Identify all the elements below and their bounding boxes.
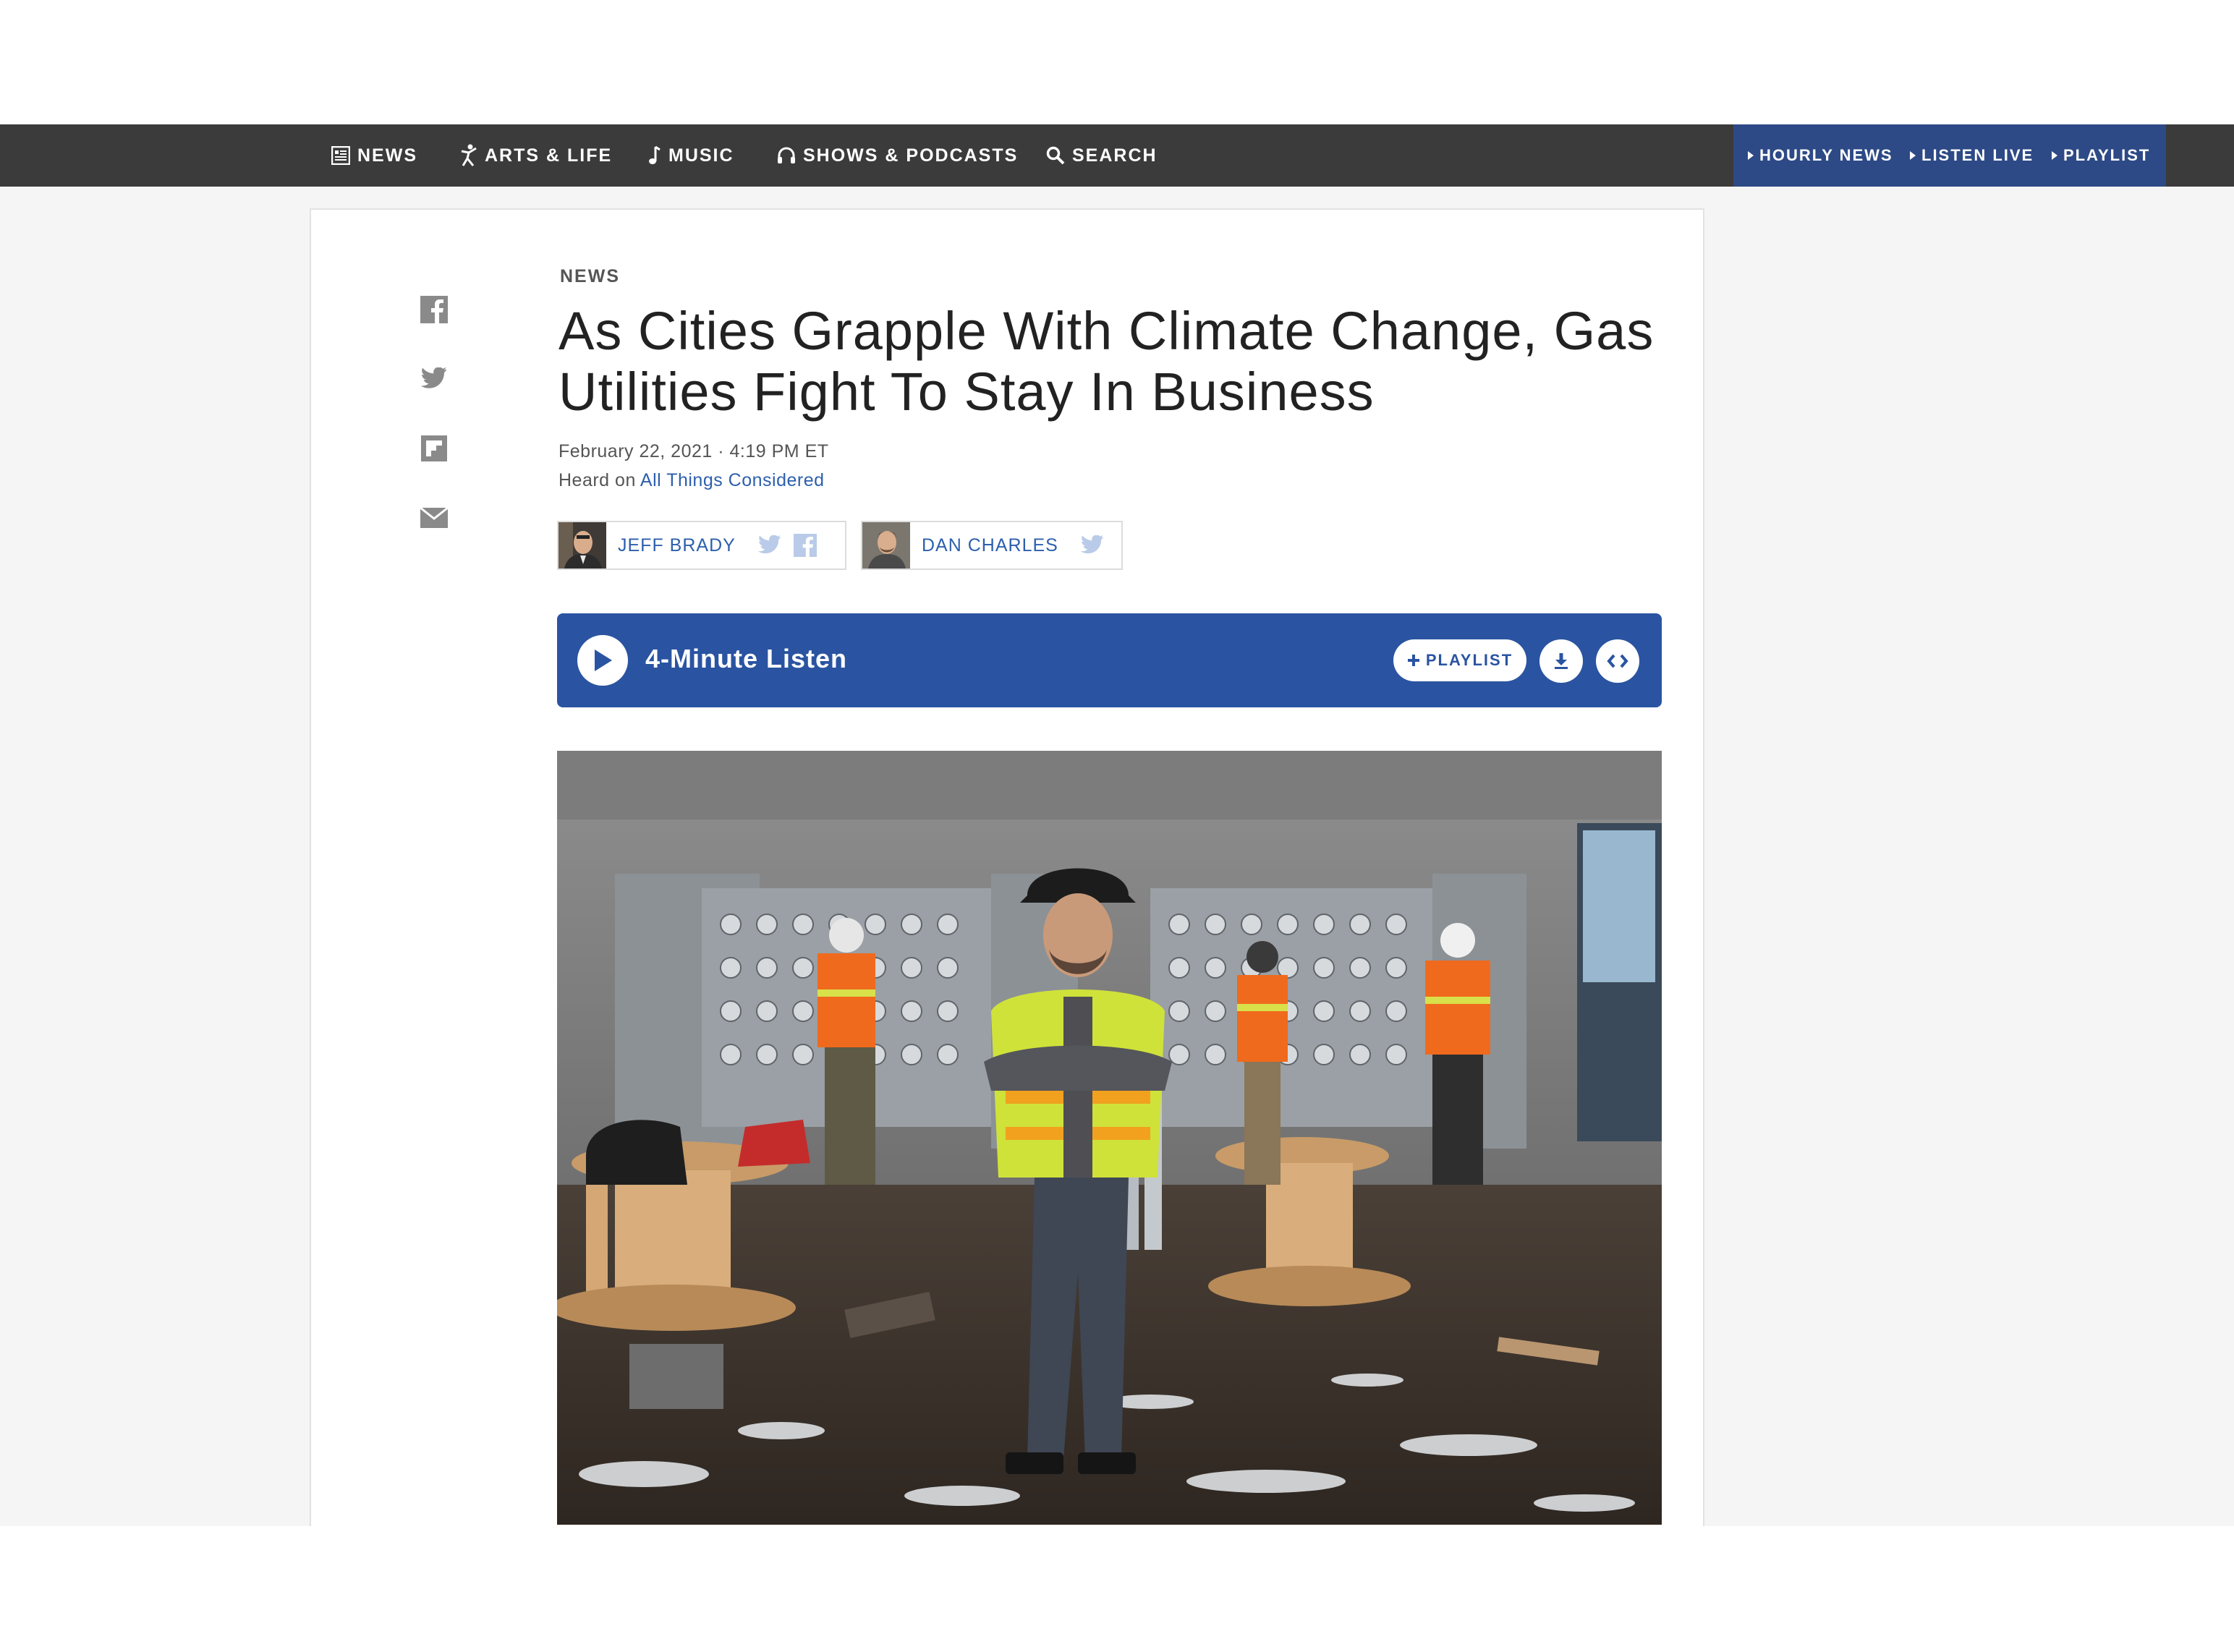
station-playlist-link[interactable]: PLAYLIST xyxy=(2052,124,2150,187)
nav-label-arts-life: ARTS & LIFE xyxy=(485,145,613,166)
article-photo xyxy=(557,751,1662,1525)
listen-live-label: LISTEN LIVE xyxy=(1921,146,2034,164)
flipboard-icon xyxy=(421,435,447,461)
listen-duration-label: 4-Minute Listen xyxy=(645,644,848,673)
avatar xyxy=(862,522,910,569)
audio-player: 4-Minute Listen PLAYLIST xyxy=(557,613,1662,707)
hourly-news-link[interactable]: HOURLY NEWS xyxy=(1748,124,1893,187)
byline-dan-charles: DAN CHARLES xyxy=(861,521,1123,570)
play-button[interactable] xyxy=(577,635,628,686)
headphones-icon xyxy=(778,147,795,163)
author-name[interactable]: DAN CHARLES xyxy=(922,535,1058,556)
byline-jeff-brady: JEFF BRADY xyxy=(557,521,846,570)
play-icon xyxy=(595,650,612,671)
nav-item-music[interactable]: MUSIC xyxy=(648,124,734,187)
nav-item-news[interactable]: NEWS xyxy=(331,124,417,187)
music-icon xyxy=(649,145,661,164)
twitter-icon xyxy=(1080,535,1103,554)
search-icon xyxy=(1046,146,1065,165)
author-twitter-link[interactable] xyxy=(1080,535,1105,555)
add-to-playlist-button[interactable]: PLAYLIST xyxy=(1393,639,1526,681)
embed-code-icon xyxy=(1607,654,1628,668)
flipboard-share-button[interactable] xyxy=(420,434,449,463)
nav-label-shows-podcasts: SHOWS & PODCASTS xyxy=(803,145,1019,166)
email-share-button[interactable] xyxy=(420,503,449,532)
facebook-icon xyxy=(420,296,448,323)
email-icon xyxy=(420,508,448,528)
nav-item-shows-podcasts[interactable]: SHOWS & PODCASTS xyxy=(777,124,1018,187)
download-button[interactable] xyxy=(1539,639,1583,683)
nav-label-news: NEWS xyxy=(357,145,417,166)
heard-on-prefix: Heard on xyxy=(558,470,640,490)
heard-on: Heard on All Things Considered xyxy=(558,470,825,491)
workers-at-meter-bank-image xyxy=(557,751,1662,1525)
nav-item-arts-life[interactable]: ARTS & LIFE xyxy=(460,124,612,187)
station-links: HOURLY NEWS LISTEN LIVE PLAYLIST xyxy=(1733,124,2166,187)
article-kicker[interactable]: NEWS xyxy=(560,266,620,287)
twitter-icon xyxy=(420,367,447,388)
author-facebook-link[interactable] xyxy=(793,534,817,557)
listen-live-link[interactable]: LISTEN LIVE xyxy=(1910,124,2034,187)
author-twitter-link[interactable] xyxy=(757,535,782,555)
avatar xyxy=(558,522,606,569)
embed-button[interactable] xyxy=(1596,639,1639,683)
play-triangle-icon xyxy=(1748,151,1754,160)
twitter-icon xyxy=(757,535,781,554)
show-link[interactable]: All Things Considered xyxy=(640,470,825,490)
playlist-label: PLAYLIST xyxy=(1425,651,1513,669)
twitter-share-button[interactable] xyxy=(420,365,449,393)
download-icon xyxy=(1555,653,1568,669)
arts-icon xyxy=(461,144,477,166)
facebook-icon xyxy=(793,534,817,557)
play-triangle-icon xyxy=(1910,151,1916,160)
play-triangle-icon xyxy=(2052,151,2057,160)
nav-label-search: SEARCH xyxy=(1072,145,1158,166)
station-playlist-label: PLAYLIST xyxy=(2063,146,2151,164)
plus-icon xyxy=(1407,655,1419,666)
nav-label-music: MUSIC xyxy=(668,145,734,166)
facebook-share-button[interactable] xyxy=(420,295,449,324)
author-name[interactable]: JEFF BRADY xyxy=(618,535,736,556)
article-headline: As Cities Grapple With Climate Change, G… xyxy=(558,301,1655,422)
article-dateline: February 22, 2021 · 4:19 PM ET xyxy=(558,441,829,461)
hourly-news-label: HOURLY NEWS xyxy=(1759,146,1893,164)
nav-item-search[interactable]: SEARCH xyxy=(1046,124,1158,187)
news-icon xyxy=(331,146,350,165)
